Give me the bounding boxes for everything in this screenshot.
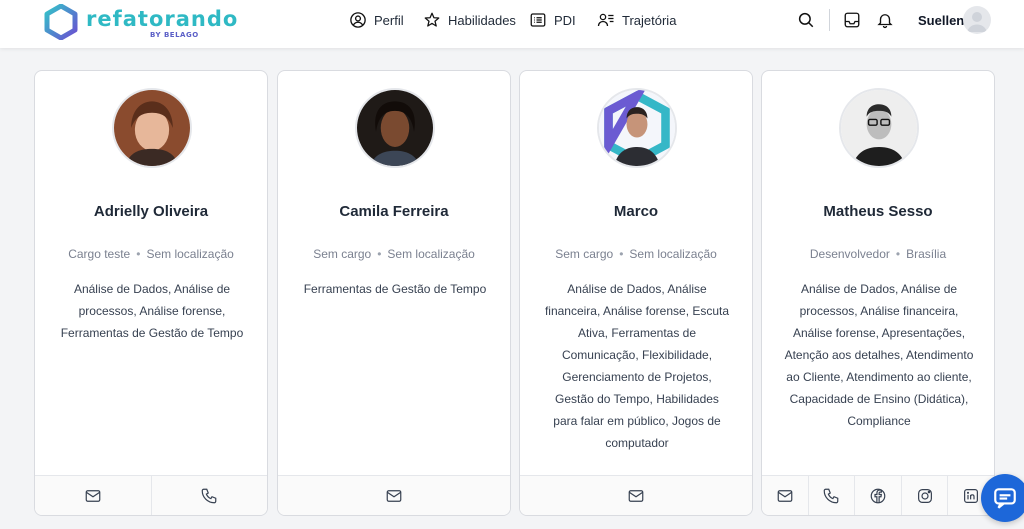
hexagon-logo-icon <box>44 4 78 40</box>
phone-icon <box>824 488 839 503</box>
profile-location: Brasília <box>906 247 947 261</box>
mail-icon <box>628 489 644 502</box>
nav-pdi-label: PDI <box>554 12 576 28</box>
profile-card[interactable]: Camila Ferreira Sem cargo • Sem localizaçã… <box>277 70 511 516</box>
phone-icon <box>201 488 217 503</box>
nav-perfil[interactable]: Perfil <box>349 0 404 40</box>
contact-bar <box>35 475 267 515</box>
facebook-icon <box>870 488 886 503</box>
profile-location: Sem localização <box>146 247 234 261</box>
profile-meta: Cargo teste • Sem localização <box>68 247 234 261</box>
list-icon <box>530 13 546 27</box>
profile-card[interactable]: Marco Sem cargo • Sem localização Análise … <box>519 70 753 516</box>
profile-name: Adrielly Oliveira <box>93 203 209 220</box>
profile-skills: Análise de Dados, Análise de processos, … <box>784 282 974 428</box>
chat-button[interactable] <box>981 474 1024 522</box>
user-list-icon <box>597 13 614 27</box>
profile-location: Sem localização <box>629 247 717 261</box>
instagram-button[interactable] <box>902 476 949 515</box>
email-button[interactable] <box>278 476 510 515</box>
contact-bar <box>278 475 510 515</box>
top-navbar: refatorando BY BELAGO Perfil Habilidades… <box>0 0 1024 48</box>
profile-meta: Sem cargo • Sem localização <box>555 247 717 261</box>
nav-trajetoria[interactable]: Trajetória <box>597 0 676 40</box>
phone-button[interactable] <box>152 476 268 515</box>
email-button[interactable] <box>520 476 752 515</box>
profile-skills: Análise de Dados, Análise financeira, An… <box>544 282 730 450</box>
profile-role: Cargo teste <box>68 247 131 261</box>
profile-role: Sem cargo <box>313 247 372 261</box>
nav-trajetoria-label: Trajetória <box>622 12 677 28</box>
brand-logo[interactable]: refatorando BY BELAGO <box>44 2 237 42</box>
contact-bar <box>520 475 752 515</box>
profile-card[interactable]: Matheus Sesso Desenvolvedor • Brasília Aná… <box>761 70 995 516</box>
nav-habilidades[interactable]: Habilidades <box>423 0 516 40</box>
profile-name: Marco <box>613 203 659 220</box>
mail-icon <box>85 489 101 502</box>
profile-photo <box>355 88 435 168</box>
chat-icon <box>994 488 1016 509</box>
phone-button[interactable] <box>809 476 856 515</box>
user-circle-icon <box>350 12 366 28</box>
profile-photo <box>839 88 919 168</box>
nav-pdi[interactable]: PDI <box>529 0 576 40</box>
brand-name: refatorando <box>86 7 239 31</box>
mail-icon <box>386 489 402 502</box>
linkedin-icon <box>964 488 979 503</box>
user-avatar[interactable] <box>963 6 991 34</box>
profile-meta: Sem cargo • Sem localização <box>313 247 475 261</box>
inbox-icon[interactable] <box>843 11 861 29</box>
profile-photo <box>112 88 192 168</box>
mail-icon <box>777 489 793 502</box>
profile-location: Sem localização <box>387 247 475 261</box>
profile-name: Camila Ferreira <box>339 203 449 220</box>
profile-skills: Ferramentas de Gestão de Tempo <box>303 282 487 296</box>
contact-bar <box>762 475 994 515</box>
bell-icon[interactable] <box>876 11 894 29</box>
profile-name: Matheus Sesso <box>823 203 933 220</box>
profile-role: Sem cargo <box>555 247 614 261</box>
profile-skills: Análise de Dados, Análise de processos, … <box>60 282 244 340</box>
instagram-icon <box>917 488 932 503</box>
username[interactable]: Suellen <box>918 13 964 28</box>
email-button[interactable] <box>762 476 809 515</box>
nav-perfil-label: Perfil <box>374 12 404 28</box>
star-icon <box>424 12 440 27</box>
brand-sub: BY BELAGO <box>150 31 199 39</box>
profile-card[interactable]: Adrielly Oliveira Cargo teste • Sem locali… <box>34 70 268 516</box>
nav-habilidades-label: Habilidades <box>448 12 516 28</box>
search-icon[interactable] <box>797 11 815 29</box>
profile-meta: Desenvolvedor • Brasília <box>809 247 947 261</box>
email-button[interactable] <box>35 476 152 515</box>
avatar-placeholder-icon <box>967 12 987 32</box>
profile-photo <box>597 88 677 168</box>
header-divider <box>829 9 830 31</box>
facebook-button[interactable] <box>855 476 902 515</box>
profile-role: Desenvolvedor <box>809 247 890 261</box>
